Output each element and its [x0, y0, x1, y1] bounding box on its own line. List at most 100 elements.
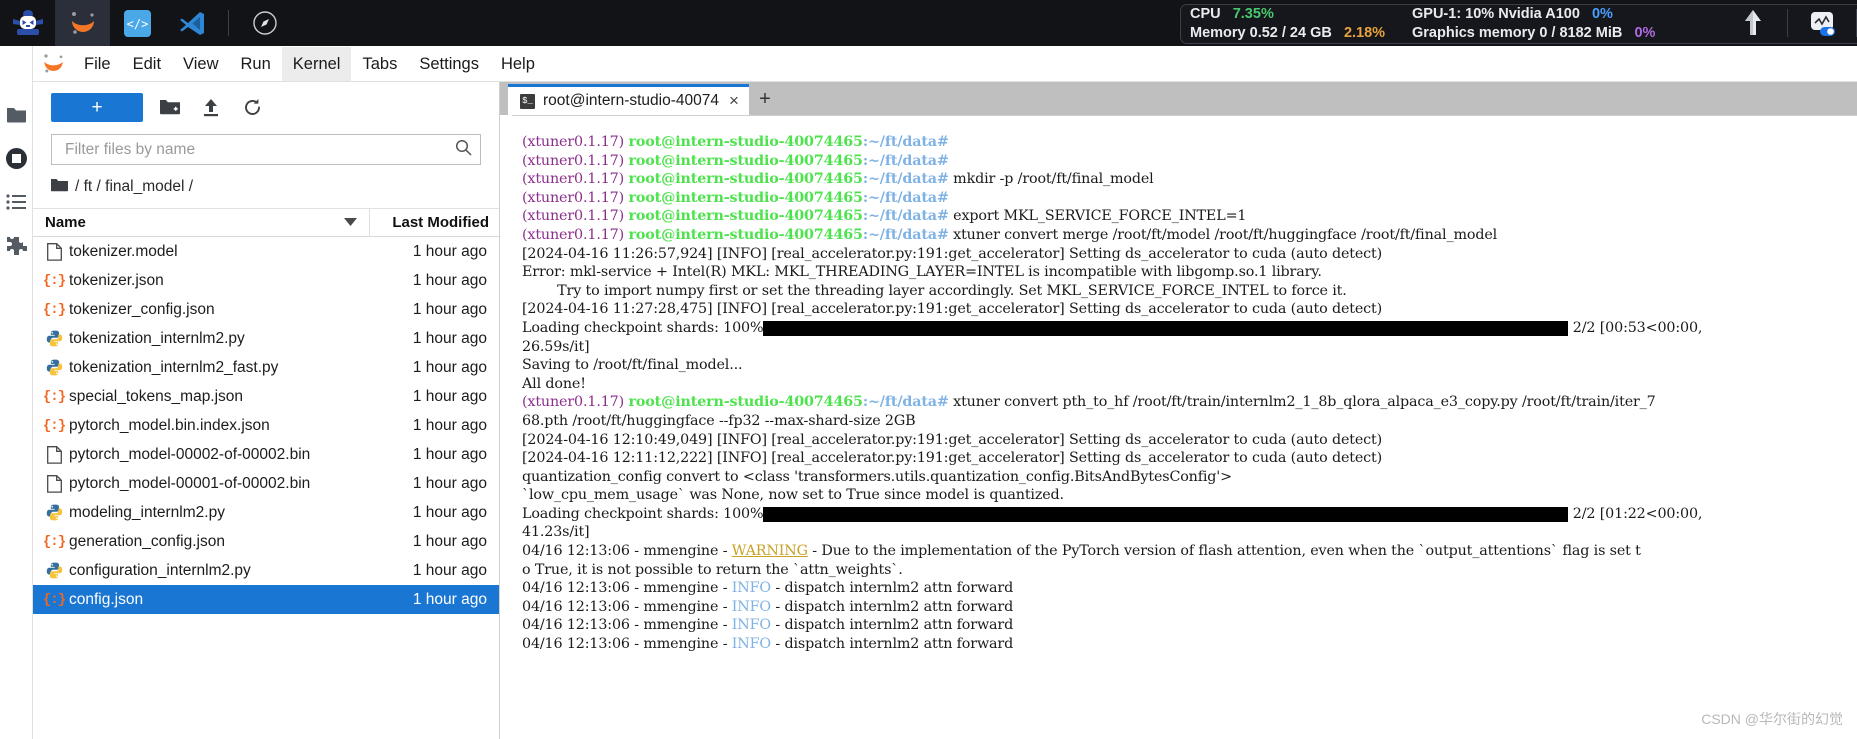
menu-run[interactable]: Run	[230, 47, 282, 81]
menu-view[interactable]: View	[172, 47, 229, 81]
graphics-value: 0%	[1634, 25, 1656, 41]
file-modified: 1 hour ago	[412, 358, 487, 376]
table-row[interactable]: {:} tokenizer_config.json 1 hour ago	[33, 295, 499, 324]
table-row[interactable]: pytorch_model-00001-of-00002.bin 1 hour a…	[33, 469, 499, 498]
file-modified: 1 hour ago	[412, 242, 487, 260]
file-modified: 1 hour ago	[412, 271, 487, 289]
menu-help[interactable]: Help	[490, 47, 546, 81]
compass-icon[interactable]	[237, 0, 292, 46]
file-name: config.json	[69, 590, 144, 608]
file-icon	[33, 445, 65, 464]
refresh-icon[interactable]	[238, 93, 266, 121]
table-row[interactable]: {:} special_tokens_map.json 1 hour ago	[33, 382, 499, 411]
gpu-stats: GPU-1: 10% Nvidia A100 0% Graphics memor…	[1412, 5, 1655, 43]
json-icon: {:}	[42, 533, 66, 550]
json-icon: {:}	[42, 301, 66, 318]
file-modified: 1 hour ago	[412, 445, 487, 463]
sidebar-running-terminals-icon[interactable]	[0, 136, 33, 180]
tab-bar: $_ root@intern-studio-40074 × +	[500, 82, 1857, 115]
table-row[interactable]: tokenization_internlm2_fast.py 1 hour ago	[33, 353, 499, 382]
terminal-line: `low_cpu_mem_usage` was None, now set to…	[522, 487, 1064, 504]
terminal-line: [2024-04-16 12:11:12,222] [INFO] [real_a…	[522, 450, 1383, 467]
graphics-stat-line: Graphics memory 0 / 8182 MiB 0%	[1412, 24, 1655, 43]
new-launcher-button[interactable]: +	[51, 92, 143, 122]
gpu-label: GPU-1: 10% Nvidia A100	[1412, 6, 1580, 22]
file-name: pytorch_model.bin.index.json	[69, 416, 270, 434]
add-tab-button[interactable]: +	[749, 84, 781, 115]
memory-value: 2.18%	[1343, 25, 1386, 41]
terminal-line: Loading checkpoint shards: 100% 2/2 [01:…	[522, 505, 1703, 522]
terminal-line: [2024-04-16 12:10:49,049] [INFO] [real_a…	[522, 431, 1383, 448]
top-status-bar: </> CPU 7.35% Memory 0.52 / 24 GB 2.18% …	[0, 0, 1857, 46]
terminal-line: Saving to /root/ft/final_model...	[522, 357, 743, 374]
terminal-line: (xtuner0.1.17) root@intern-studio-400744…	[522, 152, 949, 169]
sidebar-extensions-icon[interactable]	[0, 224, 33, 268]
filter-files-field[interactable]	[51, 134, 481, 165]
sidebar-commands-icon[interactable]	[0, 180, 33, 224]
table-row[interactable]: {:} generation_config.json 1 hour ago	[33, 527, 499, 556]
upload-icon[interactable]	[197, 93, 225, 121]
file-browser-toolbar: +	[33, 82, 499, 126]
upload-arrow-icon[interactable]	[1719, 0, 1787, 46]
memory-stat-line: Memory 0.52 / 24 GB 2.18%	[1190, 24, 1394, 43]
gpu-value: 0%	[1591, 6, 1613, 22]
gpu-stat-line: GPU-1: 10% Nvidia A100 0%	[1412, 5, 1655, 24]
terminal-line: 41.23s/it]	[522, 524, 590, 541]
sort-chevron-down-icon	[344, 214, 357, 231]
table-row[interactable]: tokenizer.model 1 hour ago	[33, 237, 499, 266]
terminal-line: 04/16 12:13:06 - mmengine - INFO - dispa…	[522, 598, 1014, 615]
terminal-line: (xtuner0.1.17) root@intern-studio-400744…	[522, 134, 949, 150]
file-name: modeling_internlm2.py	[69, 503, 225, 521]
terminal-line: (xtuner0.1.17) root@intern-studio-400744…	[522, 394, 1656, 411]
menu-tabs[interactable]: Tabs	[351, 47, 408, 81]
terminal-line: (xtuner0.1.17) root@intern-studio-400744…	[522, 208, 1247, 225]
breadcrumb[interactable]: / ft / final_model /	[51, 174, 499, 200]
tab-terminal[interactable]: $_ root@intern-studio-40074 ×	[508, 84, 749, 115]
column-header-last-modified[interactable]: Last Modified	[369, 208, 499, 237]
terminal-output[interactable]: (xtuner0.1.17) root@intern-studio-400744…	[512, 115, 1857, 739]
cpu-memory-stats: CPU 7.35% Memory 0.52 / 24 GB 2.18%	[1186, 5, 1394, 43]
column-header-name[interactable]: Name	[33, 214, 369, 231]
folder-icon	[51, 178, 68, 197]
sidebar-file-browser-icon[interactable]	[0, 92, 33, 136]
graphics-label: Graphics memory 0 / 8182 MiB	[1412, 25, 1623, 41]
menu-bar: File Edit View Run Kernel Tabs Settings …	[33, 46, 1857, 82]
menu-file[interactable]: File	[73, 47, 122, 81]
file-modified: 1 hour ago	[412, 503, 487, 521]
python-icon	[33, 359, 65, 376]
terminal-line: [2024-04-16 11:26:57,924] [INFO] [real_a…	[522, 245, 1383, 262]
table-row[interactable]: modeling_internlm2.py 1 hour ago	[33, 498, 499, 527]
table-row[interactable]: {:} config.json 1 hour ago	[33, 585, 499, 614]
main-dock-area: $_ root@intern-studio-40074 × + (xtuner0…	[500, 82, 1857, 739]
menu-kernel[interactable]: Kernel	[281, 46, 352, 81]
terminal-line: (xtuner0.1.17) root@intern-studio-400744…	[522, 226, 1498, 243]
sidebar-icon-rail	[0, 46, 33, 739]
terminal-left-gutter	[500, 115, 512, 739]
file-modified: 1 hour ago	[412, 329, 487, 347]
table-row[interactable]: {:} tokenizer.json 1 hour ago	[33, 266, 499, 295]
file-icon	[33, 242, 65, 261]
svg-text:</>: </>	[127, 17, 149, 31]
code-server-icon[interactable]: </>	[110, 0, 165, 46]
vscode-icon[interactable]	[165, 0, 220, 46]
monitor-toggle-icon[interactable]	[1788, 0, 1856, 46]
table-row[interactable]: {:} pytorch_model.bin.index.json 1 hour ag…	[33, 411, 499, 440]
terminal-line: 04/16 12:13:06 - mmengine - INFO - dispa…	[522, 617, 1014, 634]
menu-settings[interactable]: Settings	[408, 47, 490, 81]
jupyter-icon[interactable]	[55, 0, 110, 46]
cpu-stat-line: CPU 7.35%	[1190, 5, 1394, 24]
menu-edit[interactable]: Edit	[122, 47, 172, 81]
search-input[interactable]	[63, 139, 455, 160]
table-row[interactable]: tokenization_internlm2.py 1 hour ago	[33, 324, 499, 353]
python-icon	[33, 330, 65, 347]
terminal-line: (xtuner0.1.17) root@intern-studio-400744…	[522, 189, 949, 206]
terminal-icon: $_	[520, 93, 535, 109]
table-row[interactable]: pytorch_model-00002-of-00002.bin 1 hour a…	[33, 440, 499, 469]
close-icon[interactable]: ×	[729, 91, 739, 111]
new-folder-icon[interactable]	[156, 93, 184, 121]
breadcrumb-path[interactable]: / ft / final_model /	[75, 178, 193, 196]
table-row[interactable]: configuration_internlm2.py 1 hour ago	[33, 556, 499, 585]
json-icon: {:}	[42, 388, 66, 405]
intern-studio-logo-icon[interactable]	[0, 0, 55, 46]
cpu-label: CPU	[1190, 6, 1221, 22]
